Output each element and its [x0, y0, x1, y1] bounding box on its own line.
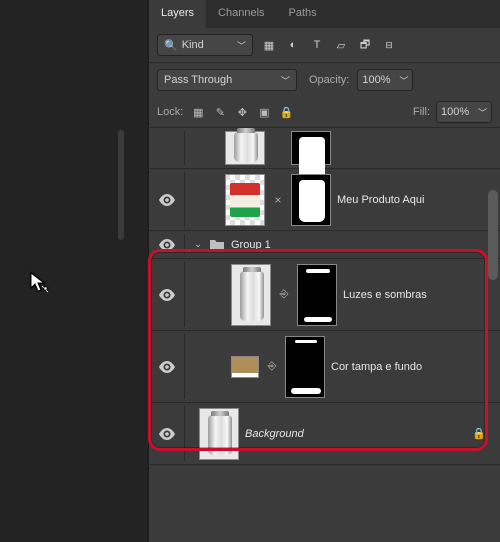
eye-icon — [158, 194, 176, 206]
eye-icon — [158, 428, 176, 440]
lock-position-icon[interactable]: ✥ — [233, 103, 251, 121]
lock-all-icon[interactable]: 🔒 — [277, 103, 295, 121]
filter-adjustment-icon[interactable]: ◐ — [283, 35, 303, 55]
chevron-down-icon: ﹀ — [478, 106, 487, 119]
visibility-toggle[interactable] — [149, 131, 185, 165]
lock-artboard-icon[interactable]: ▣ — [255, 103, 273, 121]
fill-input[interactable]: 100% ﹀ — [436, 101, 492, 123]
layer-thumbnail[interactable] — [199, 408, 239, 460]
layer-thumbnail[interactable] — [225, 131, 265, 165]
layer-name[interactable]: Luzes e sombras — [343, 289, 427, 301]
link-mask-icon[interactable]: ⎆ — [265, 360, 279, 373]
tab-channels[interactable]: Channels — [206, 0, 276, 28]
canvas-area — [0, 0, 148, 542]
scrollbar-thumb[interactable] — [488, 190, 498, 280]
disclosure-triangle-icon[interactable]: ⌄ — [193, 239, 203, 250]
filter-kind-label: Kind — [182, 39, 204, 51]
lock-label: Lock: — [157, 106, 183, 118]
fill-value: 100% — [441, 106, 469, 118]
layer-row-top-cropped[interactable] — [149, 128, 500, 169]
filter-toggle-icon[interactable]: ⊟ — [379, 35, 399, 55]
lock-icon[interactable]: 🔒 — [472, 427, 486, 440]
lock-icons: ▦ ✎ ✥ ▣ 🔒 — [189, 103, 295, 121]
eye-icon — [158, 289, 176, 301]
visibility-toggle[interactable] — [149, 172, 185, 227]
tab-layers[interactable]: Layers — [149, 0, 206, 28]
layer-mask-thumbnail[interactable] — [291, 131, 331, 165]
opacity-input[interactable]: 100% ﹀ — [357, 69, 413, 91]
layer-mask-thumbnail[interactable] — [297, 264, 337, 326]
filter-kind-select[interactable]: 🔍 Kind ﹀ — [157, 34, 253, 56]
layer-row-meu-produto[interactable]: 𐄂 Meu Produto Aqui — [149, 169, 500, 231]
lock-pixels-icon[interactable]: ✎ — [211, 103, 229, 121]
group-name[interactable]: Group 1 — [231, 239, 271, 251]
blend-mode-value: Pass Through — [164, 74, 232, 86]
layer-mask-thumbnail[interactable] — [285, 336, 325, 398]
opacity-value: 100% — [362, 74, 390, 86]
layer-row-cor-tampa[interactable]: ⎆ Cor tampa e fundo — [149, 331, 500, 403]
layer-name[interactable]: Cor tampa e fundo — [331, 361, 422, 373]
filter-type-icon[interactable]: T — [307, 35, 327, 55]
filter-pixel-icon[interactable]: ▦ — [259, 35, 279, 55]
layer-row-background[interactable]: Background 🔒 — [149, 403, 500, 465]
link-mask-icon[interactable]: ⎆ — [277, 288, 291, 301]
visibility-toggle[interactable] — [149, 262, 185, 327]
visibility-toggle[interactable] — [149, 234, 185, 255]
opacity-label: Opacity: — [309, 74, 349, 86]
layer-name[interactable]: Background — [245, 428, 304, 440]
visibility-toggle[interactable] — [149, 406, 185, 461]
fill-layer-thumbnail[interactable] — [231, 356, 259, 378]
search-icon: 🔍 — [164, 39, 178, 52]
eye-icon — [158, 361, 176, 373]
layer-filter-row: 🔍 Kind ﹀ ▦ ◐ T ▱ 🗗 ⊟ — [149, 28, 500, 63]
fill-label: Fill: — [413, 106, 430, 118]
filter-smart-icon[interactable]: 🗗 — [355, 35, 375, 55]
blend-mode-select[interactable]: Pass Through ﹀ — [157, 69, 297, 91]
lock-row: Lock: ▦ ✎ ✥ ▣ 🔒 Fill: 100% ﹀ — [149, 97, 500, 128]
layer-row-luzes[interactable]: ⎆ Luzes e sombras — [149, 259, 500, 331]
layer-name[interactable]: Meu Produto Aqui — [337, 194, 424, 206]
lock-transparent-icon[interactable]: ▦ — [189, 103, 207, 121]
filter-shape-icon[interactable]: ▱ — [331, 35, 351, 55]
panel-tabs: Layers Channels Paths — [149, 0, 500, 28]
layer-row-group1[interactable]: ⌄ Group 1 — [149, 231, 500, 259]
tab-paths[interactable]: Paths — [277, 0, 329, 28]
layer-mask-thumbnail[interactable] — [291, 174, 331, 226]
layer-thumbnail[interactable] — [231, 264, 271, 326]
layers-list: 𐄂 Meu Produto Aqui ⌄ Group 1 ⎆ — [149, 128, 500, 465]
folder-icon — [209, 238, 225, 251]
eye-icon — [158, 239, 176, 251]
panel-dock-handle[interactable] — [118, 130, 124, 240]
blend-row: Pass Through ﹀ Opacity: 100% ﹀ — [149, 63, 500, 97]
chevron-down-icon: ﹀ — [237, 39, 246, 52]
chevron-down-icon: ﹀ — [399, 74, 408, 87]
chevron-down-icon: ﹀ — [281, 74, 290, 87]
layers-panel: Layers Channels Paths 🔍 Kind ﹀ ▦ ◐ T ▱ 🗗… — [148, 0, 500, 542]
visibility-toggle[interactable] — [149, 334, 185, 399]
link-icon: 𐄂 — [271, 192, 285, 207]
filter-type-icons: ▦ ◐ T ▱ 🗗 ⊟ — [259, 35, 399, 55]
layer-thumbnail[interactable] — [225, 174, 265, 226]
